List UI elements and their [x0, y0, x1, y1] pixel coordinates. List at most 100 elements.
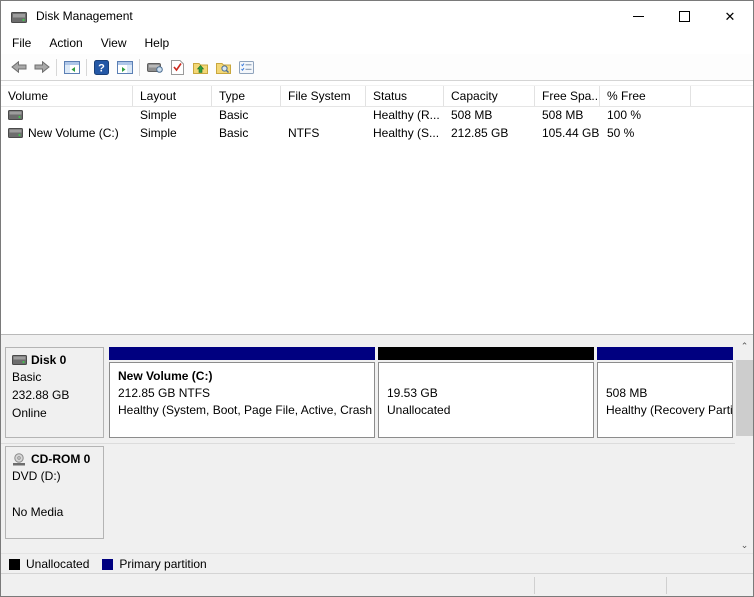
folder-search-icon — [216, 62, 231, 74]
app-disk-icon — [11, 10, 27, 23]
help-icon: ? — [94, 59, 109, 75]
partition-title — [606, 368, 732, 385]
back-button[interactable] — [7, 56, 30, 78]
partition-status: Unallocated — [387, 403, 451, 417]
column-header-status[interactable]: Status — [366, 86, 444, 106]
cell-status: Healthy (S... — [373, 126, 440, 140]
forward-button[interactable] — [30, 56, 53, 78]
volume-drive-icon — [8, 110, 23, 120]
disk-status: Online — [12, 406, 47, 420]
cell-percent-free: 50 % — [607, 126, 635, 140]
show-console-tree-button[interactable] — [60, 56, 83, 78]
legend-unallocated: Unallocated — [9, 557, 89, 571]
disk-type: DVD (D:) — [12, 469, 61, 483]
column-header-layout[interactable]: Layout — [133, 86, 212, 106]
partition-title — [387, 368, 593, 385]
disk-size: 232.88 GB — [12, 388, 70, 402]
scroll-down-arrow-icon[interactable]: ⌄ — [736, 537, 753, 554]
help-button[interactable]: ? — [90, 56, 113, 78]
document-check-icon — [171, 59, 184, 75]
disk-media: No Media — [12, 505, 64, 519]
minimize-icon — [632, 15, 644, 17]
disk-name: Disk 0 — [31, 353, 67, 367]
cell-percent-free: 100 % — [607, 108, 642, 122]
properties-list-button[interactable] — [235, 56, 258, 78]
volume-list-panel: Volume Layout Type File System Status Ca… — [1, 81, 753, 334]
cell-free-space: 105.44 GB — [542, 126, 600, 140]
disk-row-divider — [1, 443, 735, 444]
legend-label: Unallocated — [26, 557, 90, 571]
partition-size: 212.85 GB NTFS — [118, 386, 211, 400]
close-icon: ✕ — [724, 8, 736, 24]
scroll-up-arrow-icon[interactable]: ⌃ — [736, 338, 753, 355]
menu-bar: File Action View Help — [1, 31, 753, 54]
maximize-icon — [678, 10, 690, 22]
column-header-free-space[interactable]: Free Spa... — [535, 86, 600, 106]
statusbar-separator — [666, 577, 667, 594]
column-header-filler — [691, 86, 753, 106]
folder-up-button[interactable] — [189, 56, 212, 78]
disk-name: CD-ROM 0 — [31, 452, 91, 466]
column-header-volume[interactable]: Volume — [1, 86, 133, 106]
title-bar: Disk Management ✕ — [1, 1, 753, 31]
cell-free-space: 508 MB — [542, 108, 584, 122]
back-arrow-icon — [10, 61, 26, 73]
check-tasks-button[interactable] — [166, 56, 189, 78]
partition-unallocated[interactable]: 19.53 GB Unallocated — [378, 347, 594, 438]
checklist-icon — [239, 60, 254, 74]
forward-arrow-icon — [34, 61, 50, 73]
toolbar: ? — [1, 54, 753, 81]
volume-name: New Volume (C:) — [28, 126, 119, 140]
cell-type: Basic — [219, 108, 249, 122]
column-header-file-system[interactable]: File System — [281, 86, 366, 106]
cdrom-icon — [13, 452, 25, 465]
menu-view[interactable]: View — [92, 33, 136, 53]
volume-drive-icon — [8, 128, 23, 138]
statusbar-separator — [534, 577, 535, 594]
show-action-pane-button[interactable] — [113, 56, 136, 78]
maximize-button[interactable] — [661, 1, 707, 31]
cdrom0-label-card[interactable]: CD-ROM 0 DVD (D:) No Media — [5, 446, 104, 539]
vertical-scrollbar[interactable]: ⌃ ⌄ — [736, 338, 753, 554]
column-header-percent-free[interactable]: % Free — [600, 86, 691, 106]
disk0-label-card[interactable]: Disk 0 Basic 232.88 GB Online — [5, 347, 104, 438]
cell-type: Basic — [219, 126, 249, 140]
partition-color-bar — [109, 347, 375, 360]
toolbar-separator — [139, 58, 140, 76]
cell-file-system: NTFS — [288, 126, 320, 140]
partition-c[interactable]: New Volume (C:) 212.85 GB NTFS Healthy (… — [109, 347, 375, 438]
column-header-capacity[interactable]: Capacity — [444, 86, 535, 106]
legend-bar: Unallocated Primary partition — [1, 553, 753, 574]
legend-primary-partition: Primary partition — [102, 557, 207, 571]
menu-file[interactable]: File — [3, 33, 40, 53]
action-pane-icon — [116, 60, 133, 74]
partition-color-bar — [597, 347, 733, 360]
device-lens-icon — [146, 63, 163, 73]
cell-layout: Simple — [140, 126, 177, 140]
close-button[interactable]: ✕ — [707, 1, 753, 31]
svg-text:?: ? — [98, 62, 105, 74]
menu-action[interactable]: Action — [40, 33, 91, 53]
partition-size: 19.53 GB — [387, 386, 438, 400]
cell-layout: Simple — [140, 108, 177, 122]
partition-status: Healthy (Recovery Parti — [606, 403, 732, 417]
volume-row-recovery[interactable]: Simple Basic Healthy (R... 508 MB 508 MB… — [1, 105, 753, 123]
disk-management-window: Disk Management ✕ File Action View Help … — [0, 0, 754, 597]
unallocated-swatch-icon — [9, 558, 20, 570]
partition-status: Healthy (System, Boot, Page File, Active… — [118, 403, 374, 417]
partition-recovery[interactable]: 508 MB Healthy (Recovery Parti — [597, 347, 733, 438]
partition-title: New Volume (C:) — [118, 369, 213, 383]
folder-search-button[interactable] — [212, 56, 235, 78]
partition-size: 508 MB — [606, 386, 648, 400]
cell-capacity: 212.85 GB — [451, 126, 509, 140]
partition-color-bar — [378, 347, 594, 360]
column-header-type[interactable]: Type — [212, 86, 281, 106]
device-view-button[interactable] — [143, 56, 166, 78]
disk-type: Basic — [12, 370, 42, 384]
minimize-button[interactable] — [615, 1, 661, 31]
volume-row-c[interactable]: New Volume (C:) Simple Basic NTFS Health… — [1, 123, 753, 141]
volume-list-header: Volume Layout Type File System Status Ca… — [1, 85, 753, 107]
menu-help[interactable]: Help — [136, 33, 179, 53]
scrollbar-thumb[interactable] — [736, 360, 753, 436]
status-bar — [1, 573, 753, 596]
